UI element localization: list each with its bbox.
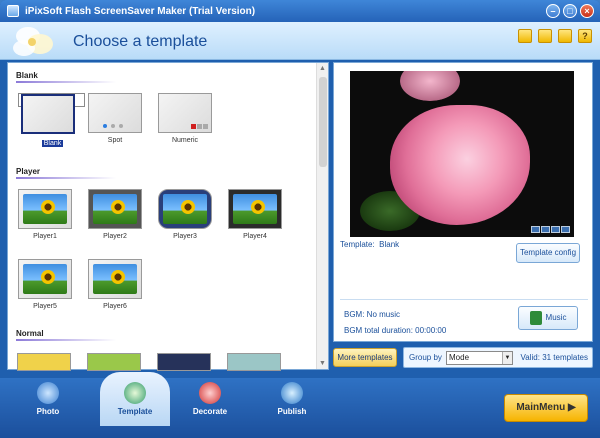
scroll-thumb[interactable] bbox=[319, 77, 327, 167]
nav-template[interactable]: Template bbox=[105, 382, 165, 416]
scroll-down-icon[interactable]: ▼ bbox=[319, 360, 326, 367]
scroll-up-icon[interactable]: ▲ bbox=[319, 65, 326, 72]
template-player6[interactable]: Player6 bbox=[88, 259, 142, 310]
preview-panel: Template: Blank Template config BGM: No … bbox=[333, 62, 593, 342]
minimize-button[interactable]: – bbox=[546, 4, 560, 18]
template-normal[interactable] bbox=[157, 353, 211, 371]
play-icon[interactable] bbox=[541, 226, 550, 233]
template-label: Numeric bbox=[171, 137, 199, 144]
template-label: Player4 bbox=[243, 233, 267, 240]
chevron-down-icon[interactable]: ▼ bbox=[502, 352, 512, 364]
nav-publish[interactable]: Publish bbox=[262, 382, 322, 416]
music-button-label: Music bbox=[545, 313, 567, 322]
next-icon[interactable] bbox=[551, 226, 560, 233]
template-player1[interactable]: Player1 bbox=[18, 189, 72, 240]
section-divider bbox=[16, 81, 116, 83]
template-blank[interactable]: Blank bbox=[18, 93, 85, 147]
template-name-label: Template: bbox=[340, 240, 375, 249]
help-icon[interactable]: ? bbox=[578, 29, 592, 43]
app-window: iPixSoft Flash ScreenSaver Maker (Trial … bbox=[0, 0, 600, 438]
nav-label: Decorate bbox=[192, 407, 228, 416]
template-normal[interactable] bbox=[87, 353, 141, 371]
group-by-label: Group by bbox=[409, 353, 442, 362]
template-spot[interactable]: Spot bbox=[88, 93, 142, 144]
photo-icon bbox=[37, 382, 59, 404]
close-button[interactable]: × bbox=[580, 4, 594, 18]
section-divider bbox=[16, 339, 116, 341]
section-title-normal: Normal bbox=[16, 329, 44, 338]
nav-label: Template bbox=[117, 407, 153, 416]
template-player3[interactable]: Player3 bbox=[158, 189, 212, 240]
template-label: Player5 bbox=[33, 303, 57, 310]
valid-count: Valid: 31 templates bbox=[520, 353, 588, 362]
template-name: Template: Blank bbox=[340, 240, 399, 249]
template-player2[interactable]: Player2 bbox=[88, 189, 142, 240]
template-label: Player1 bbox=[33, 233, 57, 240]
preview-image bbox=[350, 71, 574, 237]
template-player5[interactable]: Player5 bbox=[18, 259, 72, 310]
folder-icon[interactable] bbox=[518, 29, 532, 43]
main-menu-button[interactable]: MainMenu ▶ bbox=[504, 394, 588, 422]
vertical-scrollbar[interactable]: ▲ ▼ bbox=[316, 63, 328, 369]
bottom-nav: Photo Template Decorate Publish MainMenu… bbox=[0, 372, 600, 438]
template-numeric[interactable]: Numeric bbox=[158, 93, 212, 144]
template-label: Spot bbox=[107, 137, 123, 144]
header-bar: Choose a template ? bbox=[0, 22, 600, 60]
flower-logo-icon bbox=[13, 27, 53, 56]
stop-icon[interactable] bbox=[561, 226, 570, 233]
title-bar[interactable]: iPixSoft Flash ScreenSaver Maker (Trial … bbox=[0, 0, 600, 22]
more-templates-button[interactable]: More templates bbox=[333, 348, 397, 367]
template-toolbar: More templates Group by Mode ▼ Valid: 31… bbox=[333, 346, 593, 370]
save-icon[interactable] bbox=[538, 29, 552, 43]
template-label: Blank bbox=[41, 140, 64, 147]
app-icon bbox=[7, 5, 19, 17]
group-by-value: Mode bbox=[449, 353, 470, 362]
music-note-icon bbox=[529, 310, 542, 325]
publish-icon bbox=[281, 382, 303, 404]
maximize-button[interactable]: □ bbox=[563, 4, 577, 18]
template-config-button[interactable]: Template config bbox=[516, 243, 580, 263]
bgm-text: BGM: No music bbox=[344, 310, 401, 319]
template-normal[interactable] bbox=[17, 353, 71, 371]
rose-image bbox=[390, 105, 530, 225]
template-normal[interactable] bbox=[227, 353, 281, 371]
nav-photo[interactable]: Photo bbox=[18, 382, 78, 416]
template-label: Player3 bbox=[173, 233, 197, 240]
bgm-duration: BGM total duration: 00:00:00 bbox=[344, 326, 447, 335]
prev-icon[interactable] bbox=[531, 226, 540, 233]
nav-decorate[interactable]: Decorate bbox=[180, 382, 240, 416]
group-by-select[interactable]: Mode ▼ bbox=[446, 351, 513, 365]
template-name-value: Blank bbox=[379, 240, 400, 249]
decorate-icon bbox=[199, 382, 221, 404]
normal-templates-row[interactable] bbox=[17, 353, 281, 371]
template-label: Player6 bbox=[103, 303, 127, 310]
section-title-player: Player bbox=[16, 167, 41, 176]
page-title: Choose a template bbox=[73, 33, 208, 50]
section-title-blank: Blank bbox=[16, 71, 38, 80]
music-button[interactable]: Music bbox=[518, 306, 578, 330]
nav-label: Publish bbox=[277, 407, 307, 416]
template-icon bbox=[124, 382, 146, 404]
template-list[interactable]: Blank Blank Spot Numeric Player Player1 … bbox=[7, 62, 329, 371]
nav-label: Photo bbox=[36, 407, 60, 416]
template-player4[interactable]: Player4 bbox=[228, 189, 282, 240]
bgm-box: BGM: No music BGM total duration: 00:00:… bbox=[340, 299, 588, 337]
section-divider bbox=[16, 177, 116, 179]
preview-controls[interactable] bbox=[531, 226, 570, 233]
window-title: iPixSoft Flash ScreenSaver Maker (Trial … bbox=[25, 5, 256, 17]
user-icon[interactable] bbox=[558, 29, 572, 43]
template-label: Player2 bbox=[103, 233, 127, 240]
group-by-box: Group by Mode ▼ Valid: 31 templates bbox=[403, 347, 593, 368]
